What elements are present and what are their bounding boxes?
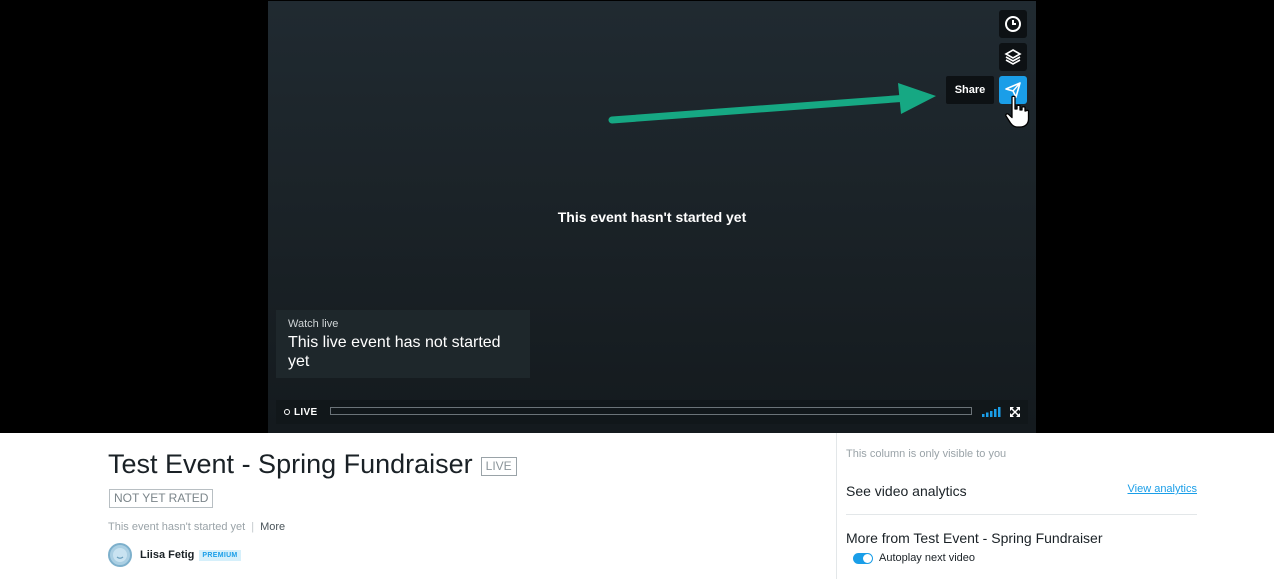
live-badge: LIVE: [480, 456, 517, 476]
layers-icon: [1004, 49, 1022, 65]
annotation-arrow-icon: [608, 83, 936, 124]
watch-live-panel: Watch live This live event has not start…: [276, 310, 530, 378]
private-column-notice: This column is only visible to you: [846, 448, 1007, 460]
page-title: Test Event - Spring Fundraiser: [108, 449, 473, 479]
autoplay-toggle[interactable]: [853, 552, 873, 564]
watch-later-button[interactable]: [999, 10, 1027, 38]
event-meta: This event hasn't started yet | More: [108, 521, 285, 533]
fullscreen-icon[interactable]: [1010, 407, 1020, 417]
live-indicator[interactable]: LIVE: [284, 407, 317, 418]
live-dot-icon: [284, 409, 290, 415]
video-player[interactable]: Share This event hasn't started yet Watc…: [268, 1, 1036, 433]
premium-badge: PREMIUM: [199, 549, 241, 561]
progress-bar[interactable]: [330, 407, 972, 415]
hand-cursor-icon: [1005, 95, 1030, 128]
owner-info[interactable]: Liisa Fetig PREMIUM: [108, 543, 241, 567]
share-tooltip: Share: [946, 76, 994, 104]
avatar-face-icon: [113, 548, 127, 562]
event-status-message: This event hasn't started yet: [557, 209, 747, 225]
title-row: Test Event - Spring Fundraiser LIVE: [108, 449, 517, 480]
video-stage: Share This event hasn't started yet Watc…: [0, 0, 1274, 433]
autoplay-label: Autoplay next video: [879, 552, 976, 564]
meta-separator: |: [251, 521, 255, 533]
owner-name[interactable]: Liisa Fetig: [140, 549, 194, 561]
volume-icon[interactable]: [982, 407, 1002, 417]
avatar[interactable]: [108, 543, 132, 567]
view-analytics-link[interactable]: View analytics: [1128, 483, 1198, 495]
watch-live-label: Watch live: [288, 318, 339, 330]
video-analytics-label: See video analytics: [846, 483, 967, 499]
clock-icon: [1005, 16, 1021, 32]
rating-badge: NOT YET RATED: [109, 489, 214, 508]
event-status-text: This event hasn't started yet: [108, 521, 246, 533]
player-controls: LIVE: [276, 400, 1028, 424]
owner-sidebar: This column is only visible to you See v…: [836, 433, 1274, 579]
more-link[interactable]: More: [260, 521, 285, 533]
divider: [846, 514, 1197, 515]
live-label: LIVE: [294, 406, 318, 418]
more-from-heading: More from Test Event - Spring Fundraiser: [846, 530, 1103, 546]
autoplay-row: Autoplay next video: [853, 552, 975, 564]
collections-button[interactable]: [999, 43, 1027, 71]
watch-live-text: This live event has not started yet: [288, 334, 501, 370]
